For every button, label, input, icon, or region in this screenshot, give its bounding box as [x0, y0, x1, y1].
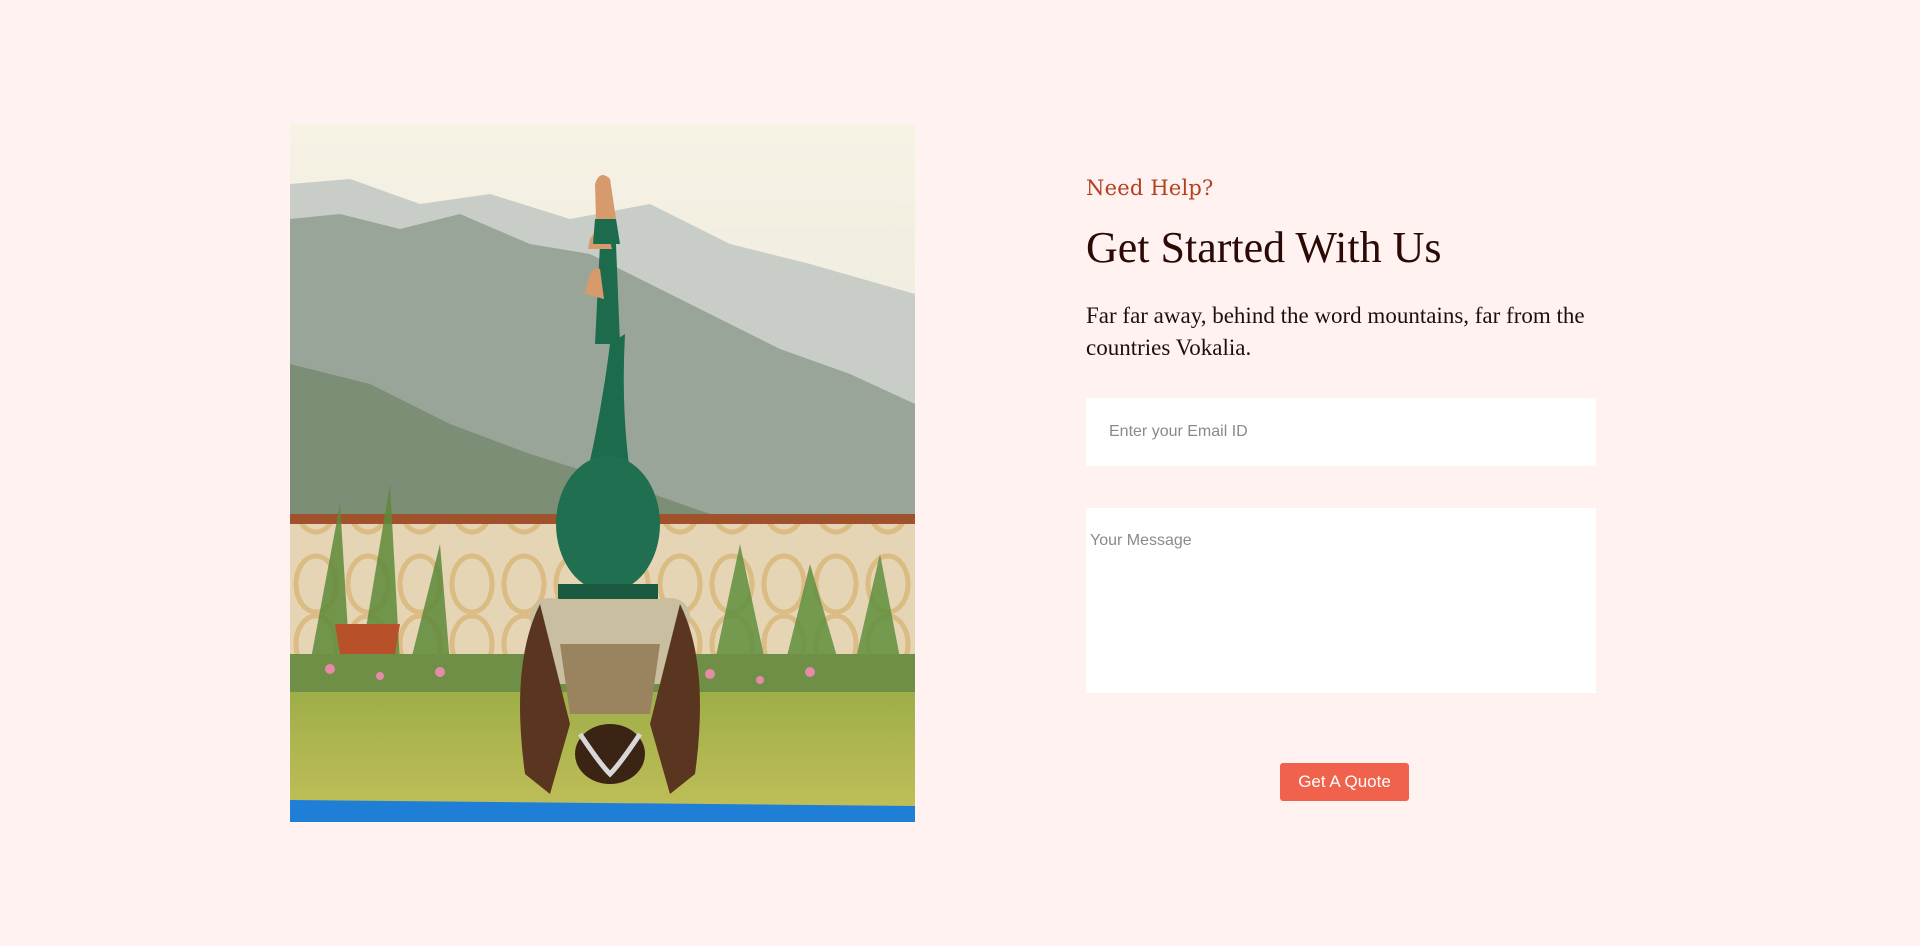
- message-field[interactable]: [1086, 508, 1596, 693]
- get-a-quote-button[interactable]: Get A Quote: [1280, 763, 1409, 801]
- need-help-eyebrow: Need Help?: [1086, 176, 1214, 200]
- contact-section: Need Help? Get Started With Us Far far a…: [1086, 170, 1626, 364]
- yoga-hero-image: [290, 124, 915, 822]
- page-title: Get Started With Us: [1086, 223, 1442, 272]
- contact-description: Far far away, behind the word mountains,…: [1086, 303, 1585, 360]
- email-field[interactable]: [1086, 398, 1596, 466]
